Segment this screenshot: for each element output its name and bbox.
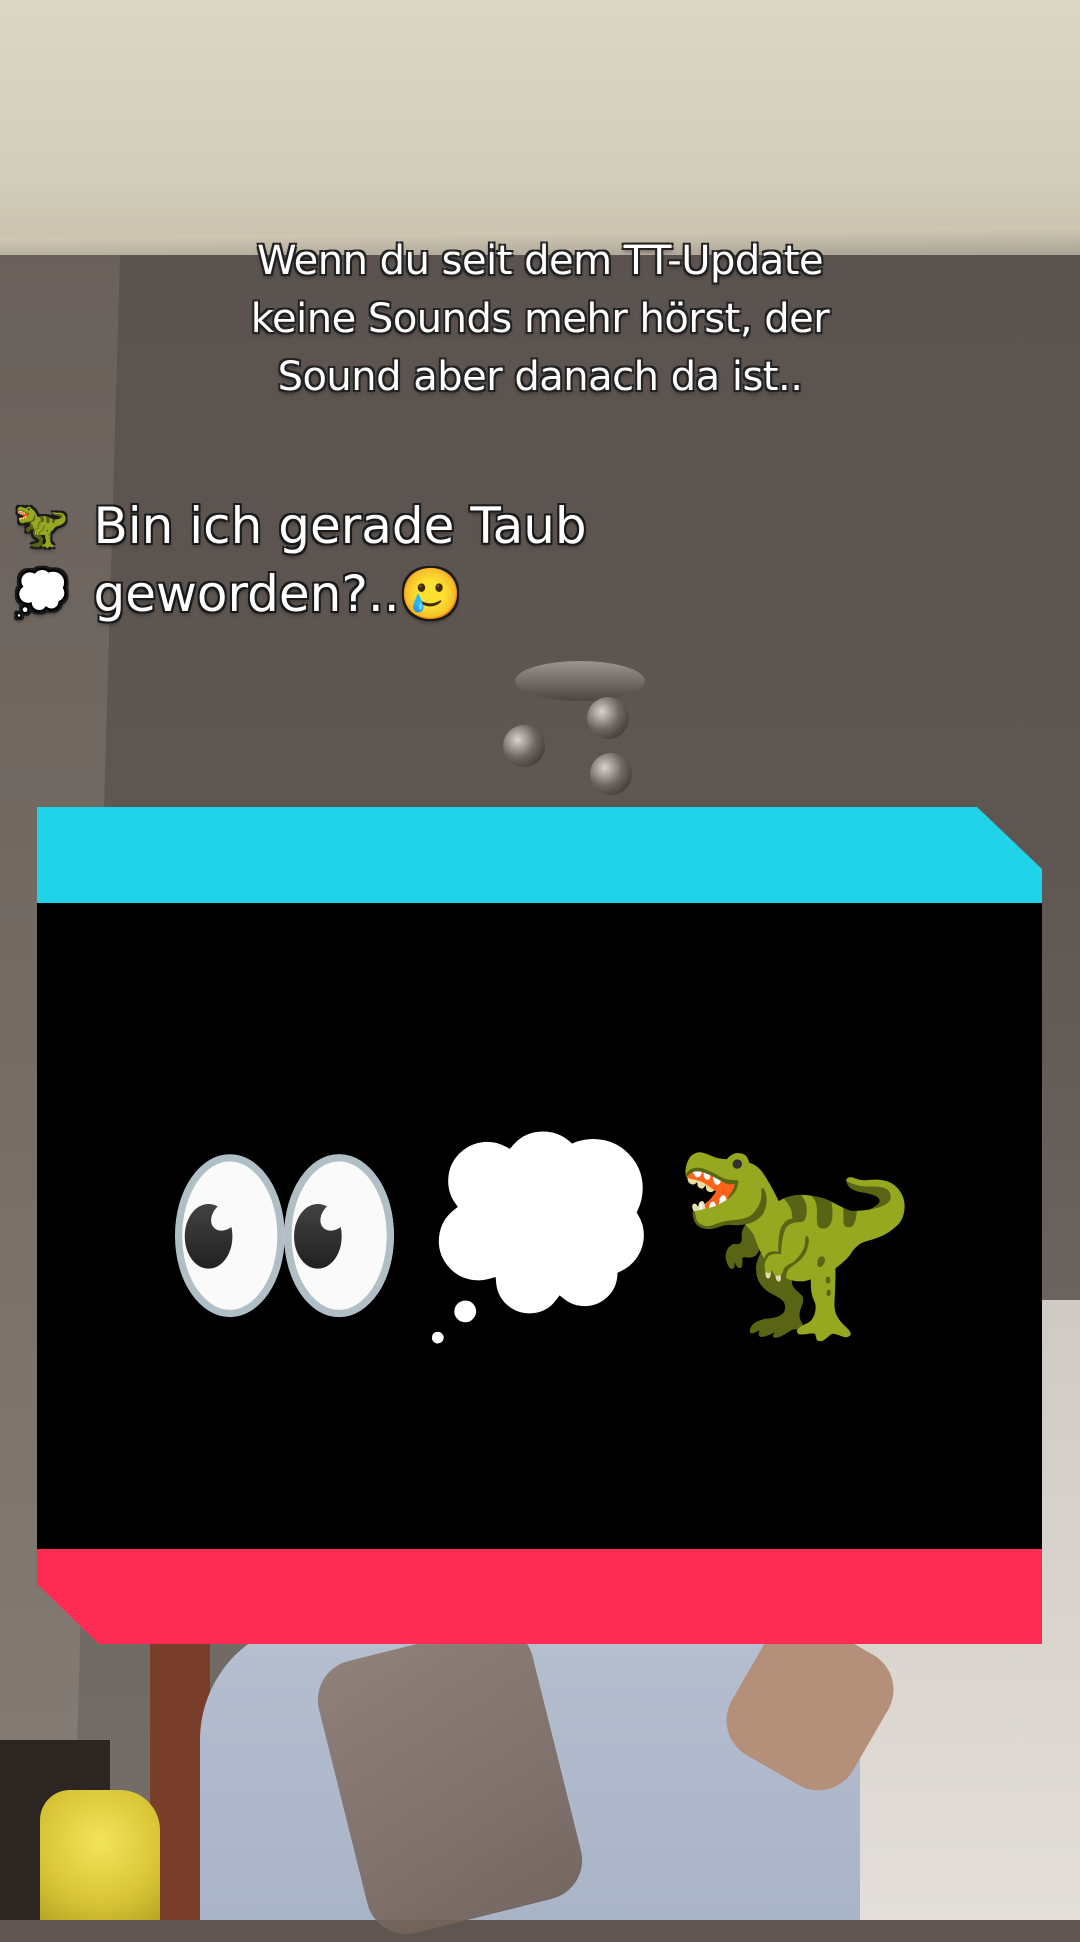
- lamp-spot: [590, 753, 632, 795]
- dino-thought-emoji: 🦖💭: [14, 500, 69, 619]
- ceiling-background: [0, 0, 1080, 260]
- emoji-card: 👀 💭 🦖: [37, 807, 1042, 1644]
- main-caption: 🦖💭 Bin ich gerade Taub geworden?..🥲: [14, 492, 714, 628]
- lamp-base: [515, 661, 645, 701]
- thought-bubble-icon: 💭: [414, 1119, 665, 1352]
- main-caption-text: Bin ich gerade Taub geworden?..🥲: [93, 497, 587, 623]
- t-rex-icon: 🦖: [670, 1119, 920, 1352]
- lamp-spot: [503, 725, 545, 767]
- card-top-band: [37, 807, 1042, 903]
- yellow-bag: [40, 1790, 160, 1920]
- lamp-spot: [587, 697, 629, 739]
- overlay-caption: Wenn du seit dem TT-Update keine Sounds …: [250, 238, 830, 400]
- ceiling-lamp: [495, 655, 665, 795]
- eyes-icon: 👀: [159, 1119, 409, 1352]
- card-bottom-band: [37, 1549, 1042, 1644]
- emoji-row: 👀 💭 🦖: [160, 1136, 919, 1336]
- card-body: 👀 💭 🦖: [37, 903, 1042, 1549]
